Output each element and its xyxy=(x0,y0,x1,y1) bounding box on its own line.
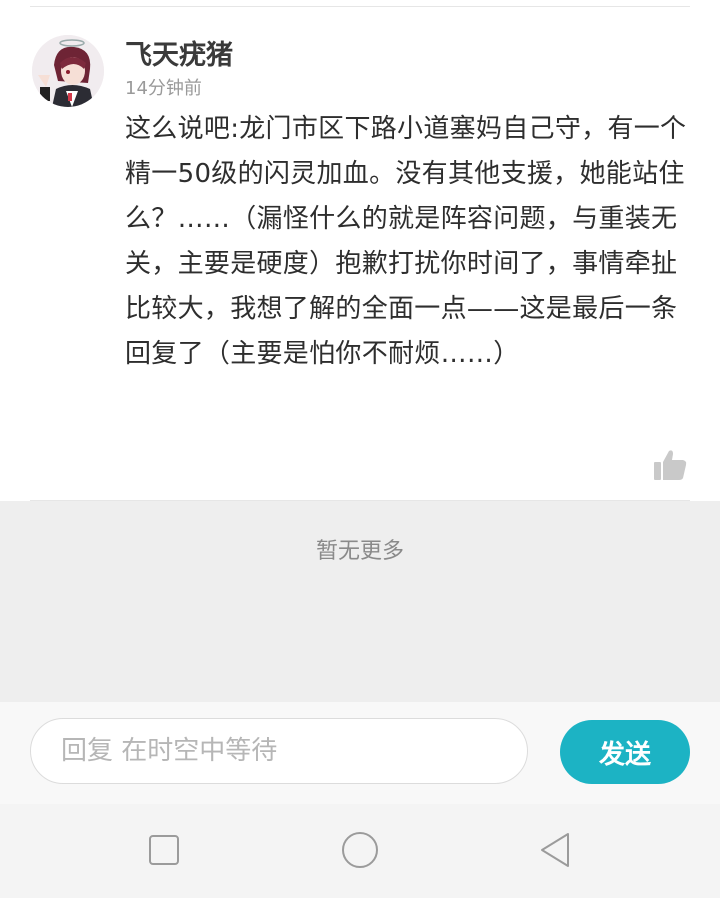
reply-bar: 发送 xyxy=(0,702,720,804)
square-recents-icon[interactable] xyxy=(144,830,184,870)
timestamp: 14分钟前 xyxy=(125,78,202,99)
comment-text: 这么说吧:龙门市区下路小道塞妈自己守，有一个精一50级的闪灵加血。没有其他支援，… xyxy=(125,114,687,369)
avatar-image xyxy=(32,35,104,107)
send-button[interactable]: 发送 xyxy=(560,720,690,784)
list-footer xyxy=(0,501,720,702)
thumbs-up-icon[interactable] xyxy=(652,447,688,483)
comment-item: 飞天疣猪 14分钟前 这么说吧:龙门市区下路小道塞妈自己守，有一个精一50级的闪… xyxy=(0,7,720,500)
reply-input[interactable] xyxy=(30,718,528,784)
circle-home-icon[interactable] xyxy=(340,830,380,870)
no-more-label: 暂无更多 xyxy=(315,539,404,564)
system-navbar xyxy=(0,804,720,898)
username[interactable]: 飞天疣猪 xyxy=(125,33,233,72)
triangle-back-icon[interactable] xyxy=(536,830,576,870)
avatar[interactable] xyxy=(32,35,104,107)
